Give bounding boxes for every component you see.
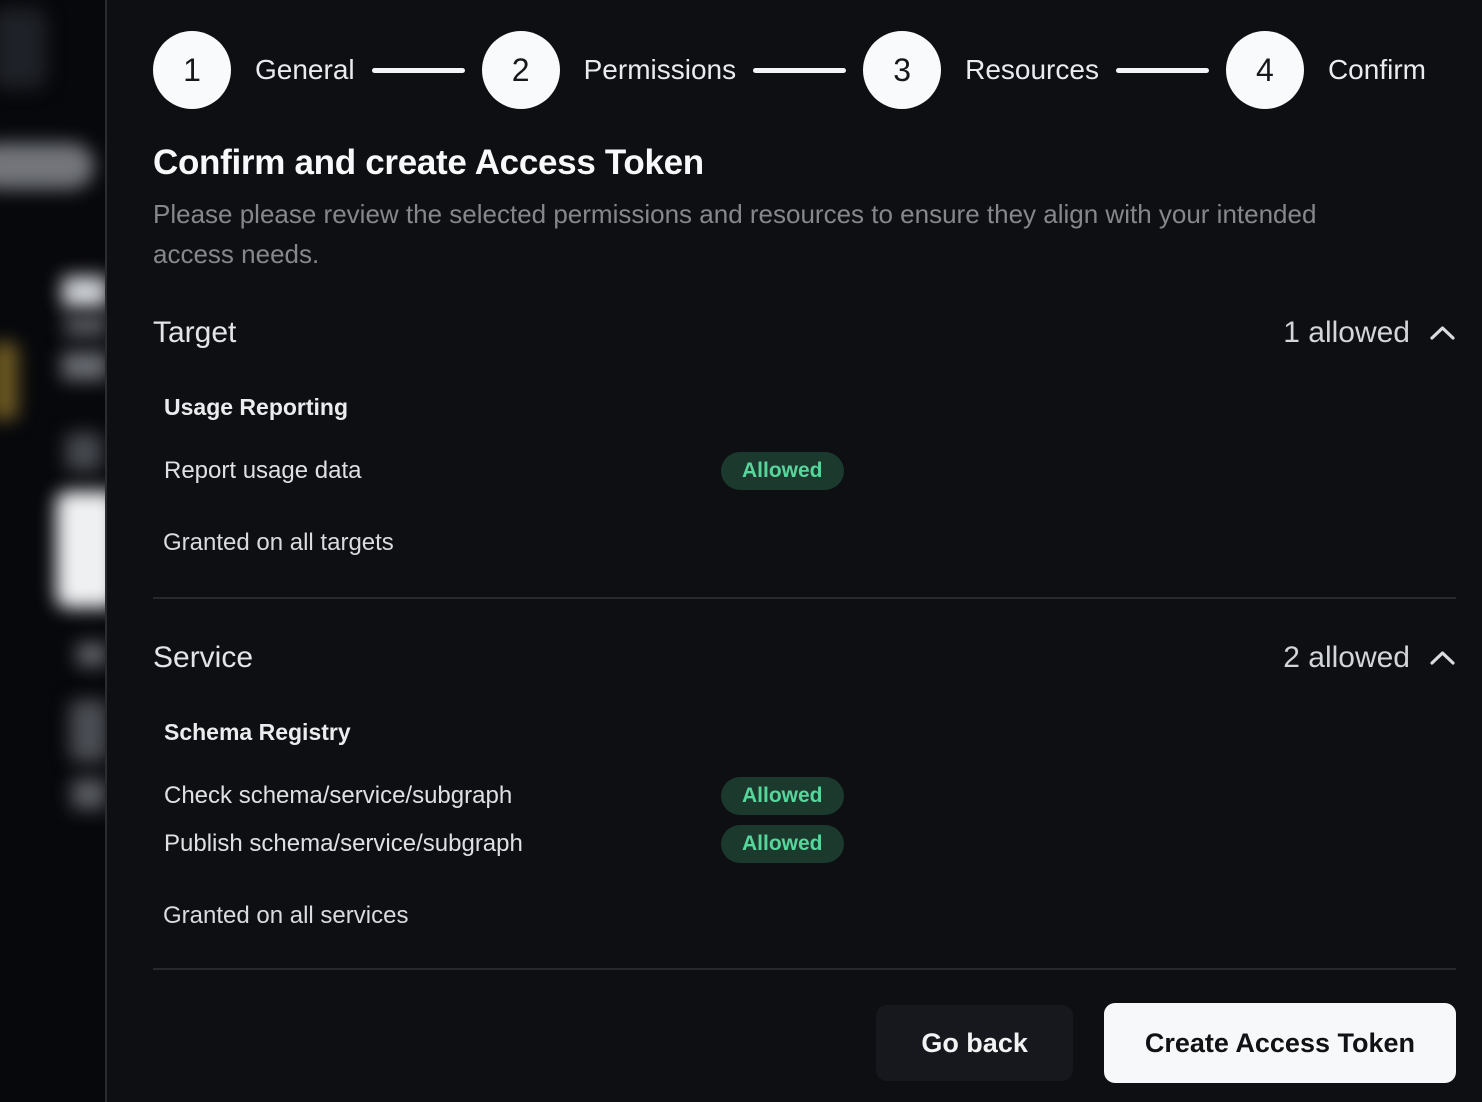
permission-label: Check schema/service/subgraph [153,782,721,810]
step-connector [1116,68,1209,73]
blurred-icon-box [66,433,102,471]
blurred-nav-pill [0,143,94,189]
granted-note: Granted on all targets [153,529,1456,557]
modal-footer: Go back Create Access Token [153,1003,1456,1083]
allowed-badge: Allowed [721,452,844,490]
step-number-circle: 3 [863,31,941,109]
blurred-logo-tile [0,8,46,88]
section-header-service: Service 2 allowed [153,639,1456,677]
wizard-stepper: 1 General 2 Permissions 3 Resources 4 Co… [153,31,1456,109]
step-confirm[interactable]: 4 Confirm [1226,31,1426,109]
blurred-text-fragment [65,316,105,336]
step-connector [372,68,465,73]
step-label: Resources [965,54,1099,86]
permission-label: Report usage data [153,457,721,485]
permission-row: Report usage data Allowed [153,447,1456,495]
chevron-up-icon [1429,324,1456,342]
step-label: General [255,54,355,86]
allowed-badge: Allowed [721,825,844,863]
page-description: Please please review the selected permis… [153,194,1403,274]
step-label: Permissions [584,54,736,86]
permission-rows: Check schema/service/subgraph Allowed Pu… [153,772,1456,868]
step-general[interactable]: 1 General [153,31,355,109]
section-divider [153,597,1456,599]
permission-row: Check schema/service/subgraph Allowed [153,772,1456,820]
step-number-circle: 2 [482,31,560,109]
blurred-text-fragment [72,779,105,809]
section-title: Target [153,316,236,350]
step-permissions[interactable]: 2 Permissions [482,31,736,109]
permission-rows: Report usage data Allowed [153,447,1456,495]
step-connector [753,68,846,73]
blurred-text-fragment [77,643,105,666]
permission-group-title: Schema Registry [153,719,1456,746]
permission-row: Publish schema/service/subgraph Allowed [153,820,1456,868]
section-toggle-target[interactable]: 1 allowed [1283,316,1456,350]
blurred-text-fragment [70,700,105,762]
page-title: Confirm and create Access Token [153,143,1456,183]
section-header-target: Target 1 allowed [153,314,1456,352]
section-title: Service [153,641,253,675]
section-toggle-service[interactable]: 2 allowed [1283,641,1456,675]
step-label: Confirm [1328,54,1426,86]
step-number-circle: 1 [153,31,231,109]
chevron-up-icon [1429,649,1456,667]
blurred-heading-fragment [62,276,105,308]
allowed-count: 2 allowed [1283,641,1410,675]
step-resources[interactable]: 3 Resources [863,31,1099,109]
allowed-count: 1 allowed [1283,316,1410,350]
blurred-text-fragment [62,352,105,380]
allowed-badge: Allowed [721,777,844,815]
create-access-token-button[interactable]: Create Access Token [1104,1003,1456,1083]
create-access-token-modal: 1 General 2 Permissions 3 Resources 4 Co… [105,0,1482,1102]
permission-group-title: Usage Reporting [153,394,1456,421]
background-page-blurred [0,0,105,1102]
step-number-circle: 4 [1226,31,1304,109]
footer-divider [153,968,1456,970]
granted-note: Granted on all services [153,902,1456,930]
permission-label: Publish schema/service/subgraph [153,830,721,858]
go-back-button[interactable]: Go back [876,1005,1073,1081]
blurred-warning-blob [0,342,18,420]
blurred-white-card [56,491,105,608]
